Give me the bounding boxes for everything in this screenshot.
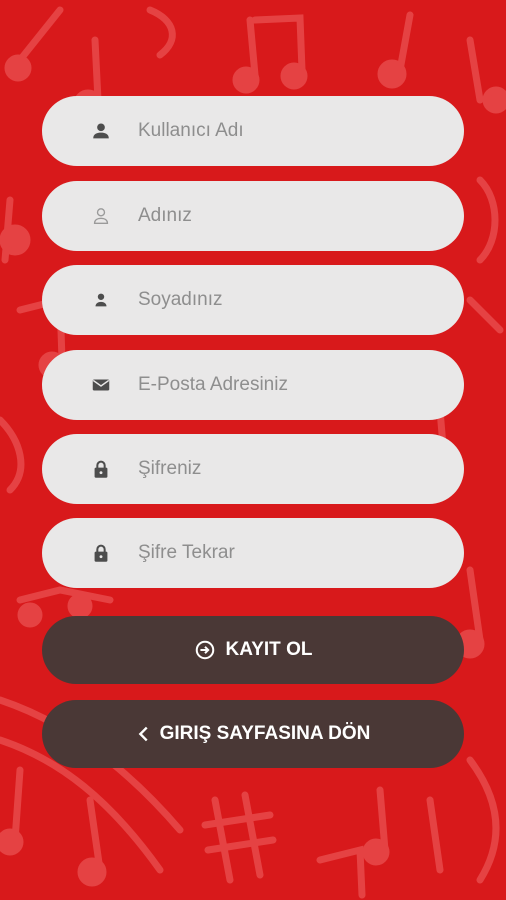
- lock-icon: [94, 460, 108, 478]
- back-to-login-label: GIRIŞ SAYFASINA DÖN: [159, 723, 371, 744]
- person-small-icon: [95, 293, 107, 307]
- last-name-input[interactable]: [138, 265, 438, 335]
- login-icon: [195, 640, 214, 660]
- person-icon: [93, 123, 109, 139]
- lock-icon: [94, 544, 108, 562]
- back-to-login-button[interactable]: GIRIŞ SAYFASINA DÖN: [42, 700, 464, 768]
- password-repeat-field[interactable]: [42, 518, 464, 588]
- email-input[interactable]: [138, 350, 438, 420]
- username-input[interactable]: [138, 96, 438, 166]
- mail-icon: [92, 379, 110, 391]
- password-repeat-input[interactable]: [138, 518, 438, 588]
- register-button[interactable]: KAYIT OL: [42, 616, 464, 684]
- chevron-left-icon: [138, 726, 148, 742]
- register-button-label: KAYIT OL: [225, 639, 313, 660]
- username-field[interactable]: [42, 96, 464, 166]
- email-field[interactable]: [42, 350, 464, 420]
- password-input[interactable]: [138, 434, 438, 504]
- person-outline-icon: [93, 208, 109, 225]
- first-name-field[interactable]: [42, 181, 464, 251]
- last-name-field[interactable]: [42, 265, 464, 335]
- password-field[interactable]: [42, 434, 464, 504]
- first-name-input[interactable]: [138, 181, 438, 251]
